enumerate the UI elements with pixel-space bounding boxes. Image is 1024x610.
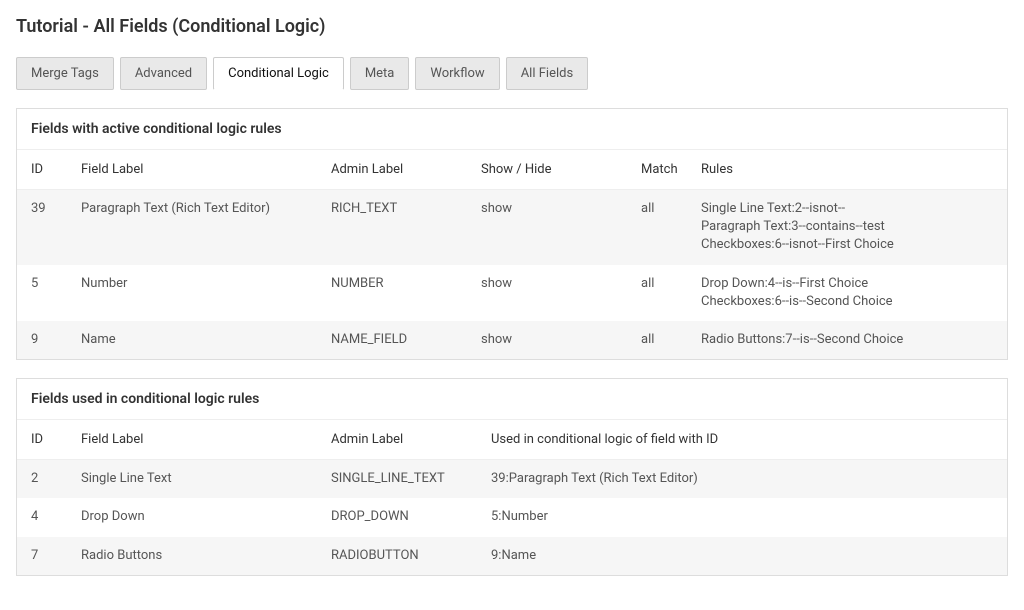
cell-id: 9 [17, 321, 67, 359]
col-admin-label: Admin Label [317, 150, 467, 190]
col-id: ID [17, 150, 67, 190]
cell-field-label: Number [67, 265, 317, 321]
page-title: Tutorial - All Fields (Conditional Logic… [16, 16, 1008, 37]
cell-used-in: 9:Name [477, 537, 1007, 575]
tab-conditional-logic[interactable]: Conditional Logic [213, 57, 344, 90]
cell-show-hide: show [467, 190, 627, 265]
cell-id: 2 [17, 460, 67, 499]
panel-title-active: Fields with active conditional logic rul… [17, 109, 1007, 150]
cell-field-label: Single Line Text [67, 460, 317, 499]
tab-merge-tags[interactable]: Merge Tags [16, 57, 114, 90]
panel-title-used: Fields used in conditional logic rules [17, 379, 1007, 420]
panel-used-in-rules: Fields used in conditional logic rules I… [16, 378, 1008, 576]
table-row: 2Single Line TextSINGLE_LINE_TEXT39:Para… [17, 460, 1007, 499]
col-field-label: Field Label [67, 420, 317, 460]
cell-field-label: Drop Down [67, 498, 317, 536]
table-used-in-rules: ID Field Label Admin Label Used in condi… [17, 420, 1007, 575]
table-row: 4Drop DownDROP_DOWN5:Number [17, 498, 1007, 536]
table-active-rules: ID Field Label Admin Label Show / Hide M… [17, 150, 1007, 359]
col-field-label: Field Label [67, 150, 317, 190]
table-row: 39Paragraph Text (Rich Text Editor)RICH_… [17, 190, 1007, 265]
cell-admin-label: SINGLE_LINE_TEXT [317, 460, 477, 499]
cell-field-label: Radio Buttons [67, 537, 317, 575]
cell-admin-label: NUMBER [317, 265, 467, 321]
cell-admin-label: RICH_TEXT [317, 190, 467, 265]
tab-bar: Merge TagsAdvancedConditional LogicMetaW… [16, 57, 1008, 90]
cell-rules: Radio Buttons:7--is--Second Choice [687, 321, 1007, 359]
cell-match: all [627, 190, 687, 265]
panel-active-rules: Fields with active conditional logic rul… [16, 108, 1008, 360]
cell-admin-label: RADIOBUTTON [317, 537, 477, 575]
col-show-hide: Show / Hide [467, 150, 627, 190]
cell-used-in: 39:Paragraph Text (Rich Text Editor) [477, 460, 1007, 499]
cell-used-in: 5:Number [477, 498, 1007, 536]
tab-advanced[interactable]: Advanced [120, 57, 207, 90]
col-match: Match [627, 150, 687, 190]
tab-workflow[interactable]: Workflow [415, 57, 499, 90]
col-used-in: Used in conditional logic of field with … [477, 420, 1007, 460]
cell-rules: Single Line Text:2--isnot-- Paragraph Te… [687, 190, 1007, 265]
table-row: 7Radio ButtonsRADIOBUTTON9:Name [17, 537, 1007, 575]
col-admin-label: Admin Label [317, 420, 477, 460]
cell-show-hide: show [467, 321, 627, 359]
cell-id: 39 [17, 190, 67, 265]
cell-show-hide: show [467, 265, 627, 321]
cell-match: all [627, 265, 687, 321]
col-id: ID [17, 420, 67, 460]
table-row: 5NumberNUMBERshowallDrop Down:4--is--Fir… [17, 265, 1007, 321]
cell-id: 4 [17, 498, 67, 536]
cell-id: 7 [17, 537, 67, 575]
cell-field-label: Name [67, 321, 317, 359]
col-rules: Rules [687, 150, 1007, 190]
tab-meta[interactable]: Meta [350, 57, 410, 90]
cell-match: all [627, 321, 687, 359]
table-row: 9NameNAME_FIELDshowallRadio Buttons:7--i… [17, 321, 1007, 359]
cell-admin-label: DROP_DOWN [317, 498, 477, 536]
cell-admin-label: NAME_FIELD [317, 321, 467, 359]
tab-all-fields[interactable]: All Fields [506, 57, 588, 90]
cell-id: 5 [17, 265, 67, 321]
cell-rules: Drop Down:4--is--First Choice Checkboxes… [687, 265, 1007, 321]
cell-field-label: Paragraph Text (Rich Text Editor) [67, 190, 317, 265]
